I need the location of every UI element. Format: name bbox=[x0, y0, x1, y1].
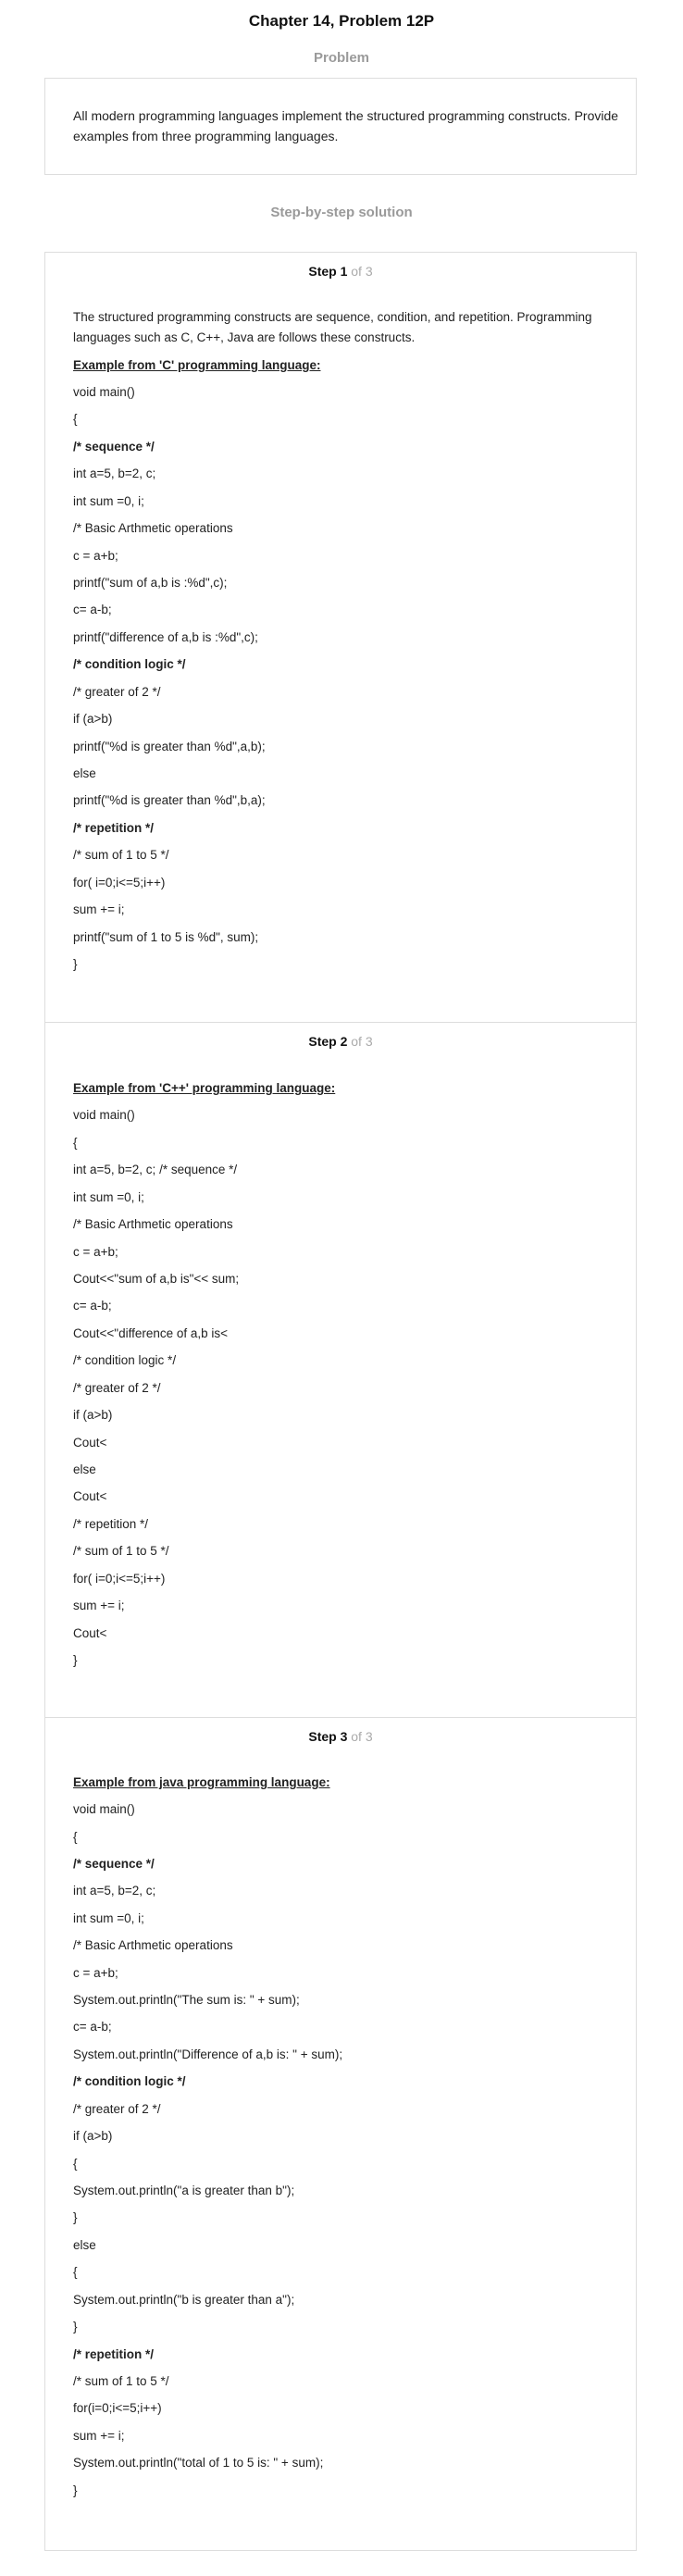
code-line: /* Basic Arthmetic operations bbox=[73, 1938, 233, 1952]
problem-box: All modern programming languages impleme… bbox=[44, 78, 637, 175]
code-line: else bbox=[73, 2238, 96, 2252]
code-line: void main() bbox=[73, 1802, 135, 1816]
code-line: int sum =0, i; bbox=[73, 494, 144, 508]
code-line: { bbox=[73, 1136, 78, 1150]
code-line: /* sum of 1 to 5 */ bbox=[73, 2374, 169, 2388]
code-line: } bbox=[73, 2483, 78, 2497]
code-line: Cout< bbox=[73, 1626, 107, 1640]
code-line: Cout<<"sum of a,b is"<< sum; bbox=[73, 1272, 240, 1286]
step-2: Step 2 of 3 Example from 'C++' programmi… bbox=[45, 1022, 636, 1718]
code-line: c= a-b; bbox=[73, 1299, 112, 1313]
code-line: if (a>b) bbox=[73, 2129, 113, 2143]
code-line: /* sequence */ bbox=[73, 1857, 155, 1871]
code-line: printf("%d is greater than %d",b,a); bbox=[73, 793, 266, 807]
step-1-intro: The structured programming constructs ar… bbox=[73, 310, 592, 344]
code-line: Cout< bbox=[73, 1489, 107, 1503]
code-line: /* greater of 2 */ bbox=[73, 2102, 161, 2116]
step-2-example-title: Example from 'C++' programming language: bbox=[73, 1081, 336, 1095]
code-line: c= a-b; bbox=[73, 2020, 112, 2034]
code-line: c = a+b; bbox=[73, 549, 118, 563]
code-line: for(i=0;i<=5;i++) bbox=[73, 2401, 162, 2415]
code-line: int a=5, b=2, c; bbox=[73, 467, 156, 480]
code-line: /* repetition */ bbox=[73, 1517, 149, 1531]
code-line: { bbox=[73, 2157, 78, 2171]
code-line: /* sequence */ bbox=[73, 440, 155, 454]
code-line: { bbox=[73, 2265, 78, 2279]
code-line: /* condition logic */ bbox=[73, 1353, 177, 1367]
code-line: int a=5, b=2, c; /* sequence */ bbox=[73, 1163, 238, 1176]
page-title: Chapter 14, Problem 12P bbox=[248, 12, 435, 30]
step-2-header: Step 2 of 3 bbox=[45, 1034, 636, 1049]
code-line: /* Basic Arthmetic operations bbox=[73, 1217, 233, 1231]
solution-page: Chapter 14, Problem 12P Problem All mode… bbox=[0, 0, 683, 2576]
code-line: int sum =0, i; bbox=[73, 1911, 144, 1925]
code-line: c= a-b; bbox=[73, 603, 112, 616]
step-2-label: Step 2 bbox=[308, 1034, 348, 1049]
step-3: Step 3 of 3 Example from java programmin… bbox=[45, 1717, 636, 2551]
code-line: { bbox=[73, 1830, 78, 1844]
code-line: if (a>b) bbox=[73, 712, 113, 726]
step-1-count: of 3 bbox=[351, 264, 373, 279]
code-line: Cout<<"difference of a,b is< bbox=[73, 1326, 229, 1340]
code-line: void main() bbox=[73, 385, 135, 399]
code-line: { bbox=[73, 412, 78, 426]
code-line: System.out.println("a is greater than b"… bbox=[73, 2184, 295, 2197]
code-line: int sum =0, i; bbox=[73, 1190, 144, 1204]
code-line: c = a+b; bbox=[73, 1966, 118, 1980]
code-line: /* sum of 1 to 5 */ bbox=[73, 1544, 169, 1558]
code-line: /* greater of 2 */ bbox=[73, 685, 161, 699]
code-line: System.out.println("Difference of a,b is… bbox=[73, 2047, 343, 2061]
code-line: void main() bbox=[73, 1108, 135, 1122]
code-line: } bbox=[73, 1653, 78, 1667]
code-line: sum += i; bbox=[73, 1599, 125, 1612]
solution-box: Step 1 of 3 The structured programming c… bbox=[44, 252, 637, 2551]
code-line: for( i=0;i<=5;i++) bbox=[73, 876, 166, 890]
code-line: printf("difference of a,b is :%d",c); bbox=[73, 630, 258, 644]
code-line: } bbox=[73, 957, 78, 971]
code-line: else bbox=[73, 1462, 96, 1476]
code-line: sum += i; bbox=[73, 2429, 125, 2443]
step-3-count: of 3 bbox=[351, 1729, 373, 1744]
code-line: else bbox=[73, 766, 96, 780]
code-line: /* condition logic */ bbox=[73, 2074, 186, 2088]
code-line: c = a+b; bbox=[73, 1245, 118, 1259]
step-2-count: of 3 bbox=[351, 1034, 373, 1049]
code-line: /* Basic Arthmetic operations bbox=[73, 521, 233, 535]
code-line: Cout< bbox=[73, 1436, 107, 1450]
code-line: } bbox=[73, 2320, 78, 2333]
code-line: int a=5, b=2, c; bbox=[73, 1884, 156, 1898]
code-line: /* repetition */ bbox=[73, 2347, 155, 2361]
problem-heading: Problem bbox=[313, 50, 369, 66]
code-line: } bbox=[73, 2210, 78, 2224]
code-line: /* repetition */ bbox=[73, 821, 155, 835]
code-line: /* sum of 1 to 5 */ bbox=[73, 848, 169, 862]
code-line: printf("sum of 1 to 5 is %d", sum); bbox=[73, 930, 259, 944]
code-line: printf("%d is greater than %d",a,b); bbox=[73, 740, 266, 753]
step-1-header: Step 1 of 3 bbox=[45, 264, 636, 279]
step-1-example-title: Example from 'C' programming language: bbox=[73, 358, 321, 372]
code-line: /* condition logic */ bbox=[73, 657, 186, 671]
step-1-label: Step 1 bbox=[308, 264, 348, 279]
code-line: System.out.println("The sum is: " + sum)… bbox=[73, 1993, 300, 2007]
code-line: System.out.println("total of 1 to 5 is: … bbox=[73, 2456, 324, 2470]
code-line: for( i=0;i<=5;i++) bbox=[73, 1572, 166, 1586]
problem-text: All modern programming languages impleme… bbox=[73, 108, 619, 143]
step-3-header: Step 3 of 3 bbox=[45, 1729, 636, 1744]
code-line: printf("sum of a,b is :%d",c); bbox=[73, 576, 228, 590]
step-1: Step 1 of 3 The structured programming c… bbox=[45, 253, 636, 1022]
step-3-label: Step 3 bbox=[308, 1729, 348, 1744]
code-line: System.out.println("b is greater than a"… bbox=[73, 2293, 295, 2307]
code-line: sum += i; bbox=[73, 902, 125, 916]
step-3-example-title: Example from java programming language: bbox=[73, 1775, 330, 1789]
solution-heading: Step-by-step solution bbox=[270, 205, 413, 220]
code-line: /* greater of 2 */ bbox=[73, 1381, 161, 1395]
code-line: if (a>b) bbox=[73, 1408, 113, 1422]
